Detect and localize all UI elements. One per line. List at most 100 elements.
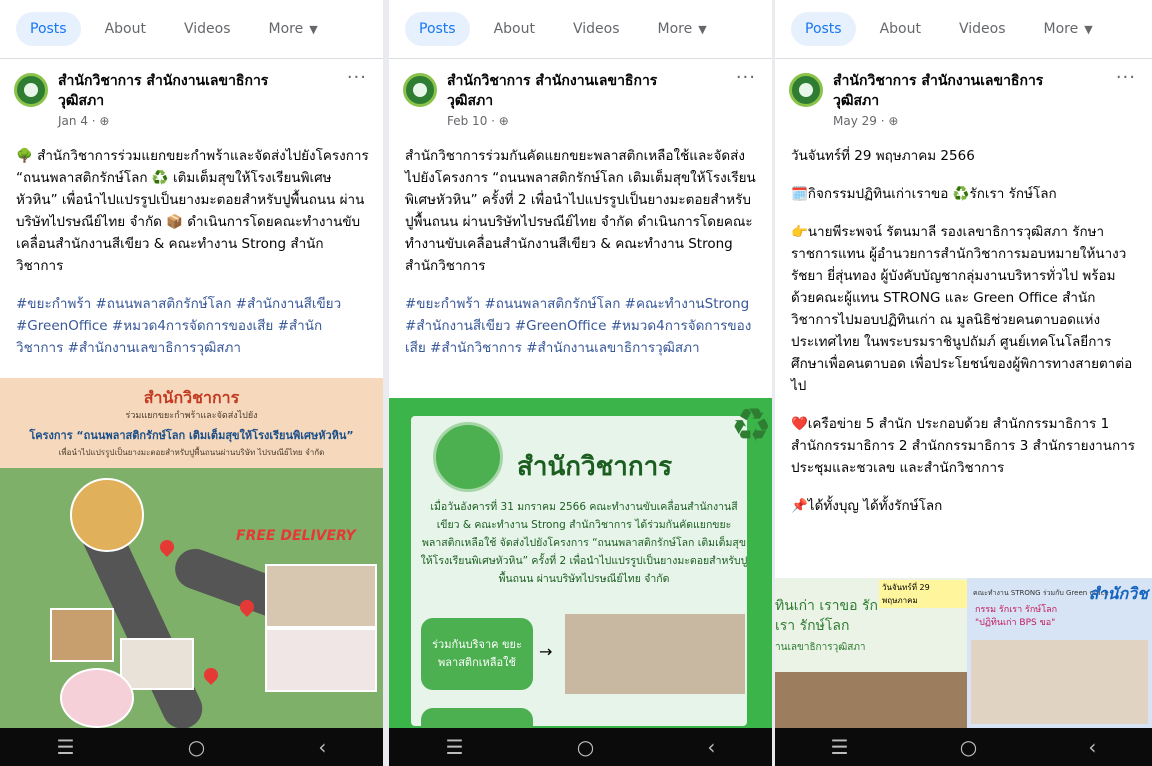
more-options-icon[interactable]: ··· — [1116, 67, 1136, 88]
chevron-down-icon: ▼ — [1084, 23, 1093, 36]
tab-videos[interactable]: Videos — [945, 12, 1020, 46]
post-date[interactable]: May 29 · — [833, 114, 888, 128]
back-icon[interactable]: ‹ — [1088, 735, 1096, 759]
photo — [120, 638, 194, 690]
post-hashtags[interactable]: #ขยะกำพร้า #ถนนพลาสติกรักษ์โลก #สำนักงาน… — [16, 293, 369, 359]
post-date[interactable]: Jan 4 · — [58, 114, 99, 128]
home-icon[interactable]: ○ — [960, 735, 977, 759]
image-right-title: สำนักวิช — [1088, 584, 1148, 603]
post-meta: May 29 · ⊕ — [833, 114, 898, 128]
image-left-text: ทินเก่า เราขอ รักเรา รักษ์โลกานเลขาธิการ… — [775, 596, 885, 658]
tab-more-label: More — [268, 21, 304, 37]
chevron-down-icon: ▼ — [698, 23, 707, 36]
avatar[interactable] — [403, 73, 437, 107]
map-pin-icon — [201, 665, 221, 685]
post-text: 📌ได้ทั้งบุญ ได้ทั้งรักษ์โลก — [791, 498, 943, 514]
free-delivery-badge: FREE DELIVERY — [236, 528, 356, 544]
image-left: วันจันทร์ที่ 29 พฤษภาคม ทินเก่า เราขอ รั… — [775, 578, 967, 728]
image-right: คณะทำงาน STRONG ร่วมกับ Green office สำน… — [967, 578, 1152, 728]
group-photo — [775, 672, 967, 728]
post-panel-3: Posts About Videos More ▼ สำนักวิชาการ สำ… — [775, 0, 1152, 766]
post-body: สำนักวิชาการร่วมกันคัดแยกขยะพลาสติกเหลือ… — [389, 145, 772, 359]
post-image[interactable]: วันจันทร์ที่ 29 พฤษภาคม ทินเก่า เราขอ รั… — [775, 578, 1152, 728]
system-nav-bar: ☰ ○ ‹ — [0, 728, 383, 766]
recent-apps-icon[interactable]: ☰ — [446, 735, 464, 759]
image-date: วันจันทร์ที่ 29 พฤษภาคม — [879, 580, 967, 608]
page-tabs: Posts About Videos More ▼ — [775, 0, 1152, 59]
page-tabs: Posts About Videos More ▼ — [389, 0, 772, 59]
post-body: วันจันทร์ที่ 29 พฤษภาคม 2566 🗓️กิจกรรมปฏ… — [775, 145, 1152, 517]
post-meta: Jan 4 · ⊕ — [58, 114, 109, 128]
post-panel-1: Posts About Videos More ▼ สำนักวิชาการ สำ… — [0, 0, 383, 766]
green-office-logo — [433, 422, 503, 492]
temple-photo — [70, 478, 144, 552]
globe-icon: ⊕ — [498, 114, 509, 128]
tab-more-label: More — [1043, 21, 1079, 37]
image-right-box: กรรม รักเรา รักษ์โลก "ปฏิทินเก่า BPS ขอ" — [975, 605, 1058, 628]
post-meta: Feb 10 · ⊕ — [447, 114, 509, 128]
system-nav-bar: ☰ ○ ‹ — [389, 728, 772, 766]
image-step-label: ร่วมกันบริจาค ขยะพลาสติกเหลือใช้ — [421, 618, 533, 690]
post-image[interactable]: สำนักวิชาการ ♻ เมื่อวันอังคารที่ 31 มกรา… — [389, 398, 772, 728]
image-left-small: านเลขาธิการวุฒิสภา — [775, 642, 866, 653]
back-icon[interactable]: ‹ — [318, 735, 326, 759]
post-header: สำนักวิชาการ สำนักงานเลขาธิการวุฒิสภา Ma… — [775, 59, 1152, 145]
image-step-box — [421, 708, 533, 728]
post-hashtags[interactable]: #ขยะกำพร้า #ถนนพลาสติกรักษ์โลก #คณะทำงาน… — [405, 293, 758, 359]
chevron-down-icon: ▼ — [309, 23, 318, 36]
image-line-2: โครงการ “ถนนพลาสติกรักษ์โลก เติมเต็มสุขใ… — [29, 429, 354, 442]
page-name[interactable]: สำนักวิชาการ สำนักงานเลขาธิการวุฒิสภา — [447, 71, 697, 111]
back-icon[interactable]: ‹ — [707, 735, 715, 759]
post-text: ❤️เครือข่าย 5 สำนัก ประกอบด้วย สำนักกรรม… — [791, 416, 1135, 476]
image-title: สำนักวิชาการ — [517, 452, 673, 482]
post-image[interactable]: สำนักวิชาการ ร่วมแยกขยะกำพร้าและจัดส่งไป… — [0, 378, 383, 728]
tab-about[interactable]: About — [480, 12, 549, 46]
map-pin-icon — [157, 537, 177, 557]
photo — [265, 564, 377, 628]
tab-more[interactable]: More ▼ — [255, 12, 332, 46]
system-nav-bar: ☰ ○ ‹ — [775, 728, 1152, 766]
post-header: สำนักวิชาการ สำนักงานเลขาธิการวุฒิสภา Fe… — [389, 59, 772, 145]
globe-icon: ⊕ — [888, 114, 899, 128]
image-left-title: ทินเก่า เราขอ รักเรา รักษ์โลก — [775, 598, 878, 634]
recent-apps-icon[interactable]: ☰ — [57, 735, 75, 759]
tab-about[interactable]: About — [91, 12, 160, 46]
page-name[interactable]: สำนักวิชาการ สำนักงานเลขาธิการวุฒิสภา — [833, 71, 1083, 111]
tab-more-label: More — [657, 21, 693, 37]
post-text: วันจันทร์ที่ 29 พฤษภาคม 2566 — [791, 148, 975, 164]
tab-more[interactable]: More ▼ — [1030, 12, 1107, 46]
post-text: สำนักวิชาการร่วมกันคัดแยกขยะพลาสติกเหลือ… — [405, 148, 756, 274]
page-tabs: Posts About Videos More ▼ — [0, 0, 383, 59]
avatar[interactable] — [14, 73, 48, 107]
globe-icon: ⊕ — [99, 114, 110, 128]
photo — [265, 628, 377, 692]
post-body: 🌳 สำนักวิชาการร่วมแยกขยะกำพร้าและจัดส่งไ… — [0, 145, 383, 359]
page-name[interactable]: สำนักวิชาการ สำนักงานเลขาธิการวุฒิสภา — [58, 71, 308, 111]
home-icon[interactable]: ○ — [188, 735, 205, 759]
screenshot-collage: Posts About Videos More ▼ สำนักวิชาการ สำ… — [0, 0, 1152, 766]
post-text: 👉นายพีระพจน์ รัตนมาลี รองเลขาธิการวุฒิสภ… — [791, 224, 1133, 394]
recycle-icon: ♻ — [730, 398, 772, 452]
arrow-right-icon: → — [539, 642, 553, 661]
tab-more[interactable]: More ▼ — [644, 12, 721, 46]
tab-posts[interactable]: Posts — [791, 12, 856, 46]
photo-grid — [971, 640, 1148, 724]
tab-videos[interactable]: Videos — [170, 12, 245, 46]
image-paragraph: เมื่อวันอังคารที่ 31 มกราคม 2566 คณะทำงา… — [420, 501, 748, 585]
recent-apps-icon[interactable]: ☰ — [831, 735, 849, 759]
post-date[interactable]: Feb 10 · — [447, 114, 499, 128]
tab-about[interactable]: About — [866, 12, 935, 46]
post-text: 🌳 สำนักวิชาการร่วมแยกขยะกำพร้าและจัดส่งไ… — [16, 148, 369, 274]
home-icon[interactable]: ○ — [577, 735, 594, 759]
photo — [565, 614, 745, 694]
image-line-1: ร่วมแยกขยะกำพร้าและจัดส่งไปยัง — [125, 411, 258, 421]
avatar[interactable] — [789, 73, 823, 107]
tab-videos[interactable]: Videos — [559, 12, 634, 46]
more-options-icon[interactable]: ··· — [736, 67, 756, 88]
more-options-icon[interactable]: ··· — [347, 67, 367, 88]
tab-posts[interactable]: Posts — [16, 12, 81, 46]
tab-posts[interactable]: Posts — [405, 12, 470, 46]
post-header: สำนักวิชาการ สำนักงานเลขาธิการวุฒิสภา Ja… — [0, 59, 383, 145]
photo — [60, 668, 134, 728]
post-text: 🗓️กิจกรรมปฏิทินเก่าเราขอ ♻️รักเรา รักษ์โ… — [791, 186, 1057, 202]
